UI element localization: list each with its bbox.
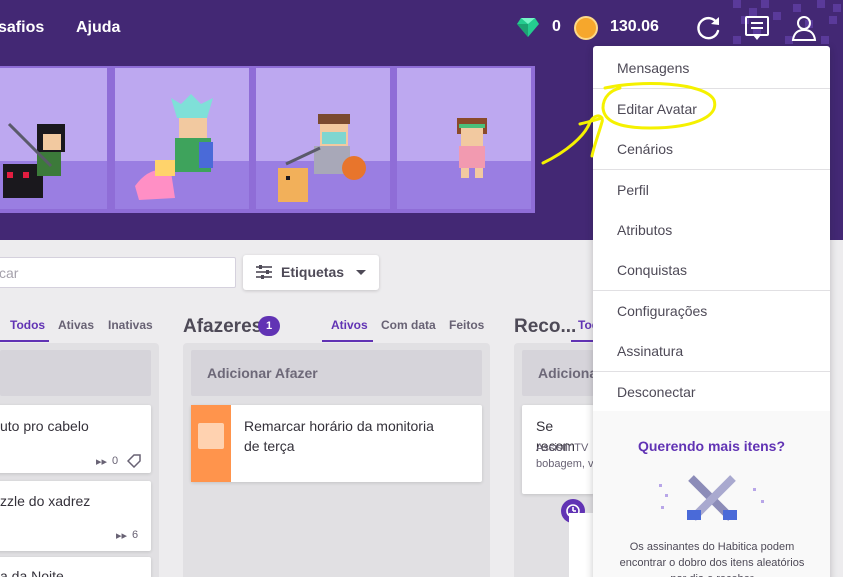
reward-note-line2: bobagem, v — [536, 458, 594, 470]
todos-column-title: Afazeres — [183, 316, 263, 337]
active-tab-indicator — [0, 340, 49, 342]
streak-icon: ▸▸ — [96, 456, 108, 468]
gold-count: 130.06 — [610, 18, 659, 35]
menu-divider — [593, 371, 830, 372]
party-member-avatar[interactable] — [115, 68, 249, 209]
add-reward-label: Adiciona — [538, 365, 598, 381]
todo-checkbox[interactable] — [198, 423, 224, 449]
promo-text: Os assinantes do Habitica podem encontra… — [619, 541, 805, 577]
streak-icon: ▸▸ — [116, 530, 128, 542]
search-input[interactable]: car — [0, 257, 236, 288]
menu-item-edit-avatar[interactable]: Editar Avatar — [593, 101, 830, 117]
habit-text: zzle do xadrez — [0, 493, 91, 509]
menu-item-achievements[interactable]: Conquistas — [593, 262, 830, 278]
todo-checkbox-area — [191, 405, 231, 482]
party-members — [0, 66, 535, 213]
reward-card[interactable]: Se recom Assistir TV bobagem, v — [522, 405, 594, 494]
habit-text: a da Noite — [0, 568, 64, 577]
gem-icon — [517, 18, 539, 37]
tags-filter-label: Etiquetas — [281, 264, 345, 280]
avatar-sprite — [278, 114, 366, 202]
avatar-sprite — [457, 118, 487, 178]
gold-coin-icon — [574, 16, 598, 40]
search-input-value: car — [0, 265, 19, 281]
add-todo-box[interactable]: Adicionar Afazer — [191, 350, 482, 396]
habit-streak: 0 — [112, 455, 119, 467]
todo-card[interactable]: Remarcar horário da monitoria de terça — [191, 405, 482, 482]
reward-item-card[interactable] — [569, 513, 594, 577]
rewards-column-title: Reco... — [514, 316, 577, 337]
avatar-sprite — [3, 122, 65, 198]
notifications-icon[interactable] — [743, 14, 771, 42]
add-reward-box[interactable]: Adiciona — [522, 350, 598, 396]
active-tab-indicator — [322, 340, 373, 342]
menu-item-stats[interactable]: Atributos — [593, 222, 830, 238]
add-habit-box[interactable] — [0, 350, 151, 396]
avatar-sprite — [135, 94, 213, 200]
menu-item-settings[interactable]: Configurações — [593, 303, 830, 319]
party-member-avatar[interactable] — [256, 68, 390, 209]
user-icon[interactable] — [790, 14, 818, 42]
menu-divider — [593, 290, 830, 291]
party-member-avatar[interactable] — [0, 68, 107, 209]
todos-count-badge: 1 — [258, 316, 280, 336]
menu-item-subscription[interactable]: Assinatura — [593, 343, 830, 359]
menu-item-backgrounds[interactable]: Cenários — [593, 141, 830, 157]
active-tab-indicator — [571, 340, 593, 342]
habit-card[interactable]: a da Noite — [0, 557, 151, 577]
menu-divider — [593, 169, 830, 170]
tab-todos-done[interactable]: Feitos — [449, 318, 484, 332]
habit-text: uto pro cabelo — [0, 418, 89, 434]
tab-habits-inactive[interactable]: Inativas — [108, 318, 153, 332]
crossed-swords-icon — [659, 475, 764, 521]
add-todo-label: Adicionar Afazer — [207, 365, 318, 381]
todo-text-line2: de terça — [244, 438, 295, 454]
sync-icon[interactable] — [695, 14, 723, 42]
party-member-avatar[interactable] — [397, 68, 531, 209]
todo-text-line1: Remarcar horário da monitoria — [244, 418, 434, 434]
nav-link-help[interactable]: Ajuda — [76, 19, 120, 37]
chevron-down-icon — [356, 270, 366, 275]
menu-item-logout[interactable]: Desconectar — [593, 384, 830, 400]
filter-sliders-icon — [256, 265, 272, 279]
tab-todos-dated[interactable]: Com data — [381, 318, 436, 332]
menu-item-profile[interactable]: Perfil — [593, 182, 830, 198]
nav-link-challenges[interactable]: safios — [0, 19, 44, 37]
menu-item-messages[interactable]: Mensagens — [593, 60, 830, 76]
menu-divider — [593, 88, 830, 89]
habit-streak: 6 — [132, 529, 139, 541]
gem-count: 0 — [552, 18, 561, 35]
tags-filter-button[interactable]: Etiquetas — [243, 255, 379, 290]
promo-title[interactable]: Querendo mais itens? — [593, 438, 830, 454]
tab-habits-active[interactable]: Ativas — [58, 318, 94, 332]
tab-todos-active[interactable]: Ativos — [331, 318, 368, 332]
tag-icon — [127, 454, 141, 468]
habit-card[interactable]: zzle do xadrez ▸▸ 6 — [0, 481, 151, 551]
tab-habits-all[interactable]: Todos — [10, 318, 45, 332]
user-dropdown-menu: Mensagens Editar Avatar Cenários Perfil … — [593, 46, 830, 577]
habit-card[interactable]: uto pro cabelo ▸▸ 0 — [0, 405, 151, 473]
reward-note-line1: Assistir TV — [536, 442, 589, 454]
